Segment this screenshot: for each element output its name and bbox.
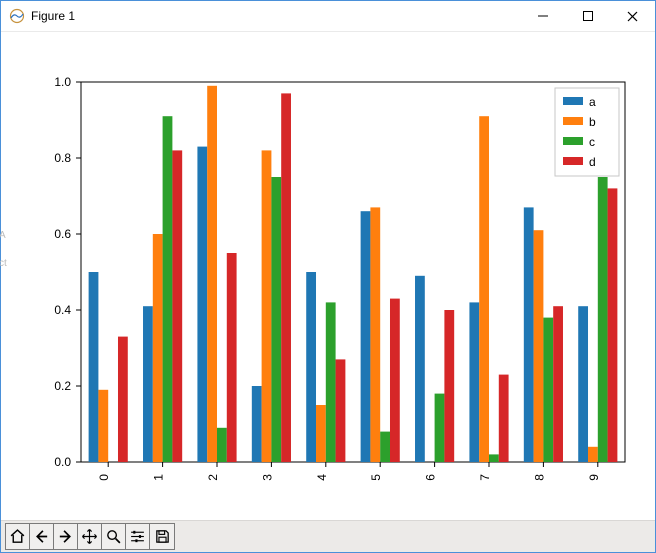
back-button[interactable]	[30, 524, 54, 549]
y-tick-label: 1.0	[54, 75, 71, 89]
bar	[163, 116, 173, 462]
bar	[361, 211, 371, 462]
bar	[227, 253, 237, 462]
bar	[578, 306, 588, 462]
bar	[588, 446, 598, 461]
minimize-button[interactable]	[520, 1, 565, 31]
bar	[543, 317, 553, 461]
y-tick-label: 0.8	[54, 151, 71, 165]
y-tick-label: 0.6	[54, 227, 71, 241]
close-button[interactable]	[610, 1, 655, 31]
bar	[553, 306, 563, 462]
x-tick-label: 2	[206, 473, 220, 480]
save-button[interactable]	[150, 524, 174, 549]
bar	[326, 302, 336, 462]
bar	[524, 207, 534, 462]
bar	[316, 405, 326, 462]
y-tick-label: 0.0	[54, 455, 71, 469]
bar	[444, 310, 454, 462]
bar	[172, 150, 182, 462]
pan-button[interactable]	[78, 524, 102, 549]
bar	[89, 272, 99, 462]
app-window: Figure 1 A ct 0.0 0.2 0.4 0.6 0.8 1.0 0 1 2 3 4 5 6 7…	[0, 0, 656, 553]
window-buttons	[520, 1, 655, 31]
bar	[306, 272, 316, 462]
home-button[interactable]	[6, 524, 30, 549]
bar	[217, 427, 227, 461]
x-tick-label: 5	[369, 473, 383, 480]
chart: 0.0 0.2 0.4 0.6 0.8 1.0 0 1 2 3 4 5 6 7 8 9 abcd	[1, 32, 655, 520]
bar	[271, 177, 281, 462]
bar	[143, 306, 153, 462]
bar	[252, 386, 262, 462]
y-tick-label: 0.4	[54, 303, 71, 317]
bar	[262, 150, 272, 462]
bar	[598, 177, 608, 462]
bar	[281, 93, 291, 462]
x-tick-label: 6	[424, 473, 438, 480]
bar	[98, 389, 108, 461]
bar	[197, 146, 207, 461]
bar	[415, 275, 425, 461]
legend-label: d	[589, 155, 596, 169]
bar	[499, 374, 509, 461]
x-tick-label: 9	[587, 473, 601, 480]
configure-button[interactable]	[126, 524, 150, 549]
maximize-button[interactable]	[565, 1, 610, 31]
bar	[390, 298, 400, 461]
titlebar: Figure 1	[1, 1, 655, 32]
figure-canvas[interactable]: A ct 0.0 0.2 0.4 0.6 0.8 1.0 0 1 2 3 4 5 6 7 8 9 abcd	[1, 32, 655, 520]
bar	[207, 85, 217, 461]
bar	[479, 116, 489, 462]
bar	[469, 302, 479, 462]
bar	[435, 393, 445, 461]
bar	[336, 359, 346, 462]
toolbar	[1, 520, 655, 552]
bar	[153, 234, 163, 462]
legend-label: c	[589, 135, 595, 149]
bar	[380, 431, 390, 461]
bar	[534, 230, 544, 462]
x-tick-label: 1	[152, 473, 166, 480]
zoom-button[interactable]	[102, 524, 126, 549]
bar	[608, 188, 618, 462]
toolbar-buttons	[5, 523, 175, 550]
app-icon	[9, 8, 25, 24]
legend-label: a	[589, 95, 596, 109]
y-tick-label: 0.2	[54, 379, 71, 393]
x-tick-label: 3	[260, 473, 274, 480]
x-tick-label: 8	[532, 473, 546, 480]
forward-button[interactable]	[54, 524, 78, 549]
legend-label: b	[589, 115, 596, 129]
x-tick-label: 0	[97, 473, 111, 480]
window-title: Figure 1	[31, 9, 75, 23]
bar	[370, 207, 380, 462]
x-tick-label: 7	[478, 473, 492, 480]
background-artifact: A ct	[0, 222, 7, 278]
bar	[118, 336, 128, 461]
bar	[489, 454, 499, 462]
x-tick-label: 4	[315, 473, 329, 480]
